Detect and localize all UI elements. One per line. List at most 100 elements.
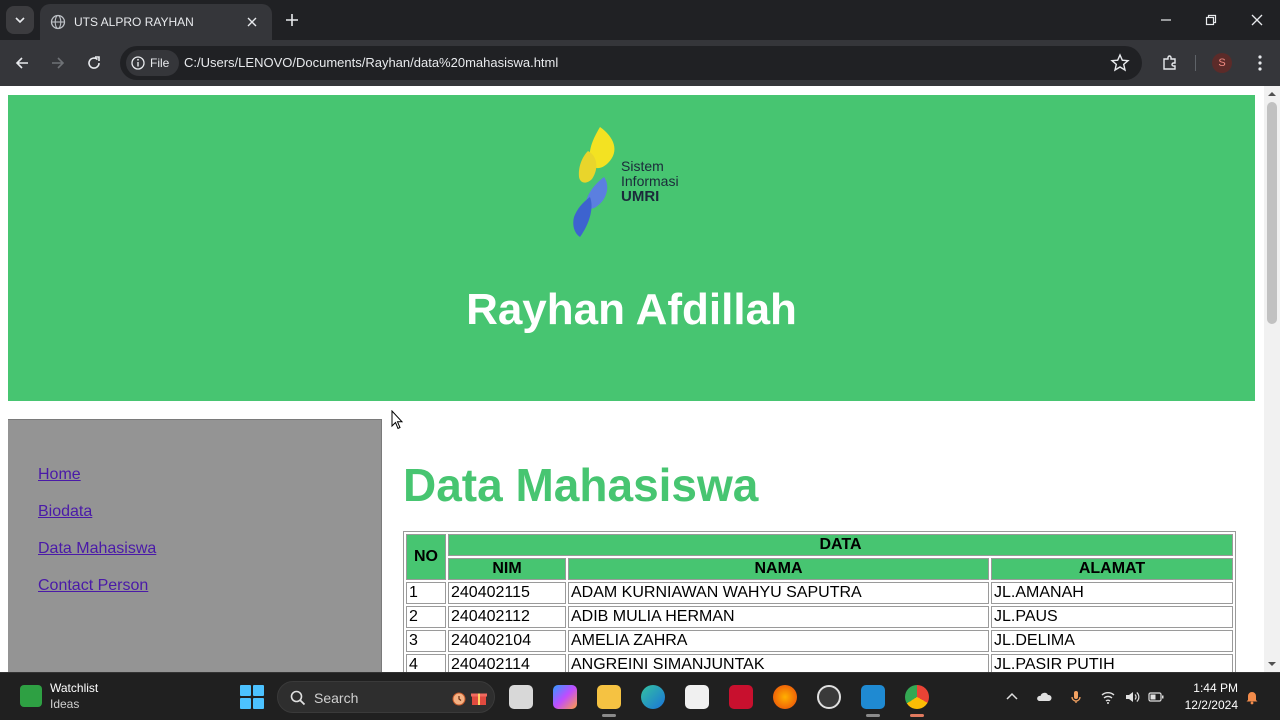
- reload-icon: [88, 56, 100, 69]
- taskbar-time[interactable]: 1:44 PM: [1180, 681, 1238, 695]
- info-icon: [131, 56, 145, 70]
- chevron-up-icon[interactable]: [1004, 689, 1020, 705]
- close-icon: [247, 17, 257, 27]
- minimize-button[interactable]: [1143, 0, 1189, 40]
- cell-nama: ADAM KURNIAWAN WAHYU SAPUTRA: [568, 582, 989, 604]
- cell-no: 2: [406, 606, 446, 628]
- microphone-icon[interactable]: [1068, 689, 1084, 705]
- tab-search-button[interactable]: [6, 6, 34, 34]
- address-bar[interactable]: File C:/Users/LENOVO/Documents/Rayhan/da…: [120, 46, 1142, 80]
- volume-icon[interactable]: [1124, 689, 1140, 705]
- battery-icon[interactable]: [1148, 689, 1164, 705]
- restore-button[interactable]: [1188, 0, 1234, 40]
- browser-tab-active[interactable]: UTS ALPRO RAYHAN: [40, 4, 272, 40]
- obs-studio-icon[interactable]: [817, 685, 841, 709]
- widget-title[interactable]: Watchlist: [50, 681, 98, 695]
- onedrive-icon[interactable]: [1036, 689, 1052, 705]
- logo-wordmark: Sistem Informasi UMRI: [621, 159, 679, 205]
- site-info-label: File: [150, 56, 170, 70]
- edge-browser-icon[interactable]: [641, 685, 665, 709]
- copilot-icon[interactable]: [553, 685, 577, 709]
- cell-alamat: JL.AMANAH: [991, 582, 1233, 604]
- nav-link-home[interactable]: Home: [38, 466, 81, 484]
- column-header-nama: NAMA: [568, 558, 989, 580]
- microsoft-store-icon[interactable]: [685, 685, 709, 709]
- url-text[interactable]: C:/Users/LENOVO/Documents/Rayhan/data%20…: [184, 55, 558, 70]
- table-header-row: NO DATA: [406, 534, 1233, 580]
- scrollbar-thumb[interactable]: [1267, 102, 1277, 324]
- column-header-no: NO: [406, 534, 446, 580]
- file-explorer-icon[interactable]: [597, 685, 621, 709]
- table-row: 2 240402112 ADIB MULIA HERMAN JL.PAUS: [406, 606, 1233, 628]
- profile-avatar[interactable]: S: [1212, 53, 1232, 73]
- app-running-indicator: [866, 714, 880, 717]
- tab-close-button[interactable]: [242, 12, 262, 32]
- start-button[interactable]: [240, 685, 264, 709]
- widget-subtitle[interactable]: Ideas: [50, 697, 79, 711]
- bookmark-star-icon[interactable]: [1110, 53, 1130, 73]
- table-row: 1 240402115 ADAM KURNIAWAN WAHYU SAPUTRA…: [406, 582, 1233, 604]
- browser-menu-button[interactable]: [1246, 49, 1274, 77]
- puzzle-icon: [1163, 55, 1176, 70]
- toolbar-separator: [1195, 55, 1196, 71]
- chrome-icon[interactable]: [905, 685, 929, 709]
- vscode-icon[interactable]: [861, 685, 885, 709]
- header-name: Rayhan Afdillah: [466, 285, 797, 334]
- cell-nim: 240402114: [448, 654, 566, 672]
- scroll-down-icon[interactable]: [1268, 660, 1276, 668]
- student-table: NO DATA NIM NAMA ALAMAT 1 240402115 ADAM…: [403, 531, 1236, 672]
- windows-taskbar: Watchlist Ideas Search 1:44 PM 12/2/2024: [0, 672, 1280, 720]
- back-button[interactable]: [8, 49, 36, 77]
- logo-line-2: Informasi: [621, 173, 679, 189]
- alarm-clock-icon: [452, 692, 466, 706]
- student-table-container: NO DATA NIM NAMA ALAMAT 1 240402115 ADAM…: [403, 531, 1236, 672]
- cell-alamat: JL.PASIR PUTIH: [991, 654, 1233, 672]
- taskbar-date[interactable]: 12/2/2024: [1180, 698, 1238, 712]
- tab-strip: UTS ALPRO RAYHAN: [0, 0, 1280, 40]
- forward-button[interactable]: [44, 49, 72, 77]
- nav-link-contact-person[interactable]: Contact Person: [38, 577, 148, 595]
- search-label: Search: [314, 690, 359, 706]
- windows-logo-tile: [240, 685, 251, 696]
- mouse-cursor-icon: [391, 410, 403, 430]
- arrow-left-icon: [15, 57, 28, 69]
- cell-no: 4: [406, 654, 446, 672]
- close-icon: [1251, 14, 1263, 26]
- page-viewport: Sistem Informasi UMRI Rayhan Afdillah Ho…: [0, 86, 1264, 672]
- extensions-button[interactable]: [1156, 49, 1184, 77]
- new-tab-button[interactable]: [280, 8, 304, 32]
- window-close-button[interactable]: [1234, 0, 1280, 40]
- plus-icon: [286, 14, 298, 26]
- arrow-right-icon: [52, 57, 65, 69]
- task-view-icon[interactable]: [509, 685, 533, 709]
- scroll-up-icon[interactable]: [1268, 90, 1276, 98]
- page-header: Sistem Informasi UMRI Rayhan Afdillah: [8, 95, 1255, 401]
- cell-alamat: JL.PAUS: [991, 606, 1233, 628]
- mcafee-icon[interactable]: [729, 685, 753, 709]
- taskbar-search[interactable]: Search: [277, 681, 495, 713]
- notification-bell-icon[interactable]: [1244, 689, 1260, 705]
- sidebar-nav: Home Biodata Data Mahasiswa Contact Pers…: [8, 419, 382, 672]
- cell-alamat: JL.DELIMA: [991, 630, 1233, 652]
- page-scrollbar[interactable]: [1264, 86, 1280, 672]
- windows-logo-tile: [253, 698, 264, 709]
- nav-link-data-mahasiswa[interactable]: Data Mahasiswa: [38, 540, 156, 558]
- gift-icon: [471, 693, 487, 705]
- windows-logo-tile: [253, 685, 264, 696]
- site-info-chip[interactable]: File: [126, 50, 180, 76]
- cell-no: 1: [406, 582, 446, 604]
- table-row: 3 240402104 AMELIA ZAHRA JL.DELIMA: [406, 630, 1233, 652]
- cell-nama: ANGREINI SIMANJUNTAK: [568, 654, 989, 672]
- cell-nama: ADIB MULIA HERMAN: [568, 606, 989, 628]
- watchlist-widget-icon[interactable]: [20, 685, 42, 707]
- firefox-icon[interactable]: [773, 685, 797, 709]
- cell-nim: 240402115: [448, 582, 566, 604]
- column-group-header: DATA: [448, 534, 1233, 556]
- wifi-icon[interactable]: [1100, 689, 1116, 705]
- cell-no: 3: [406, 630, 446, 652]
- tab-title: UTS ALPRO RAYHAN: [74, 15, 194, 29]
- cell-nim: 240402104: [448, 630, 566, 652]
- app-active-indicator: [910, 714, 924, 717]
- reload-button[interactable]: [80, 49, 108, 77]
- nav-link-biodata[interactable]: Biodata: [38, 503, 92, 521]
